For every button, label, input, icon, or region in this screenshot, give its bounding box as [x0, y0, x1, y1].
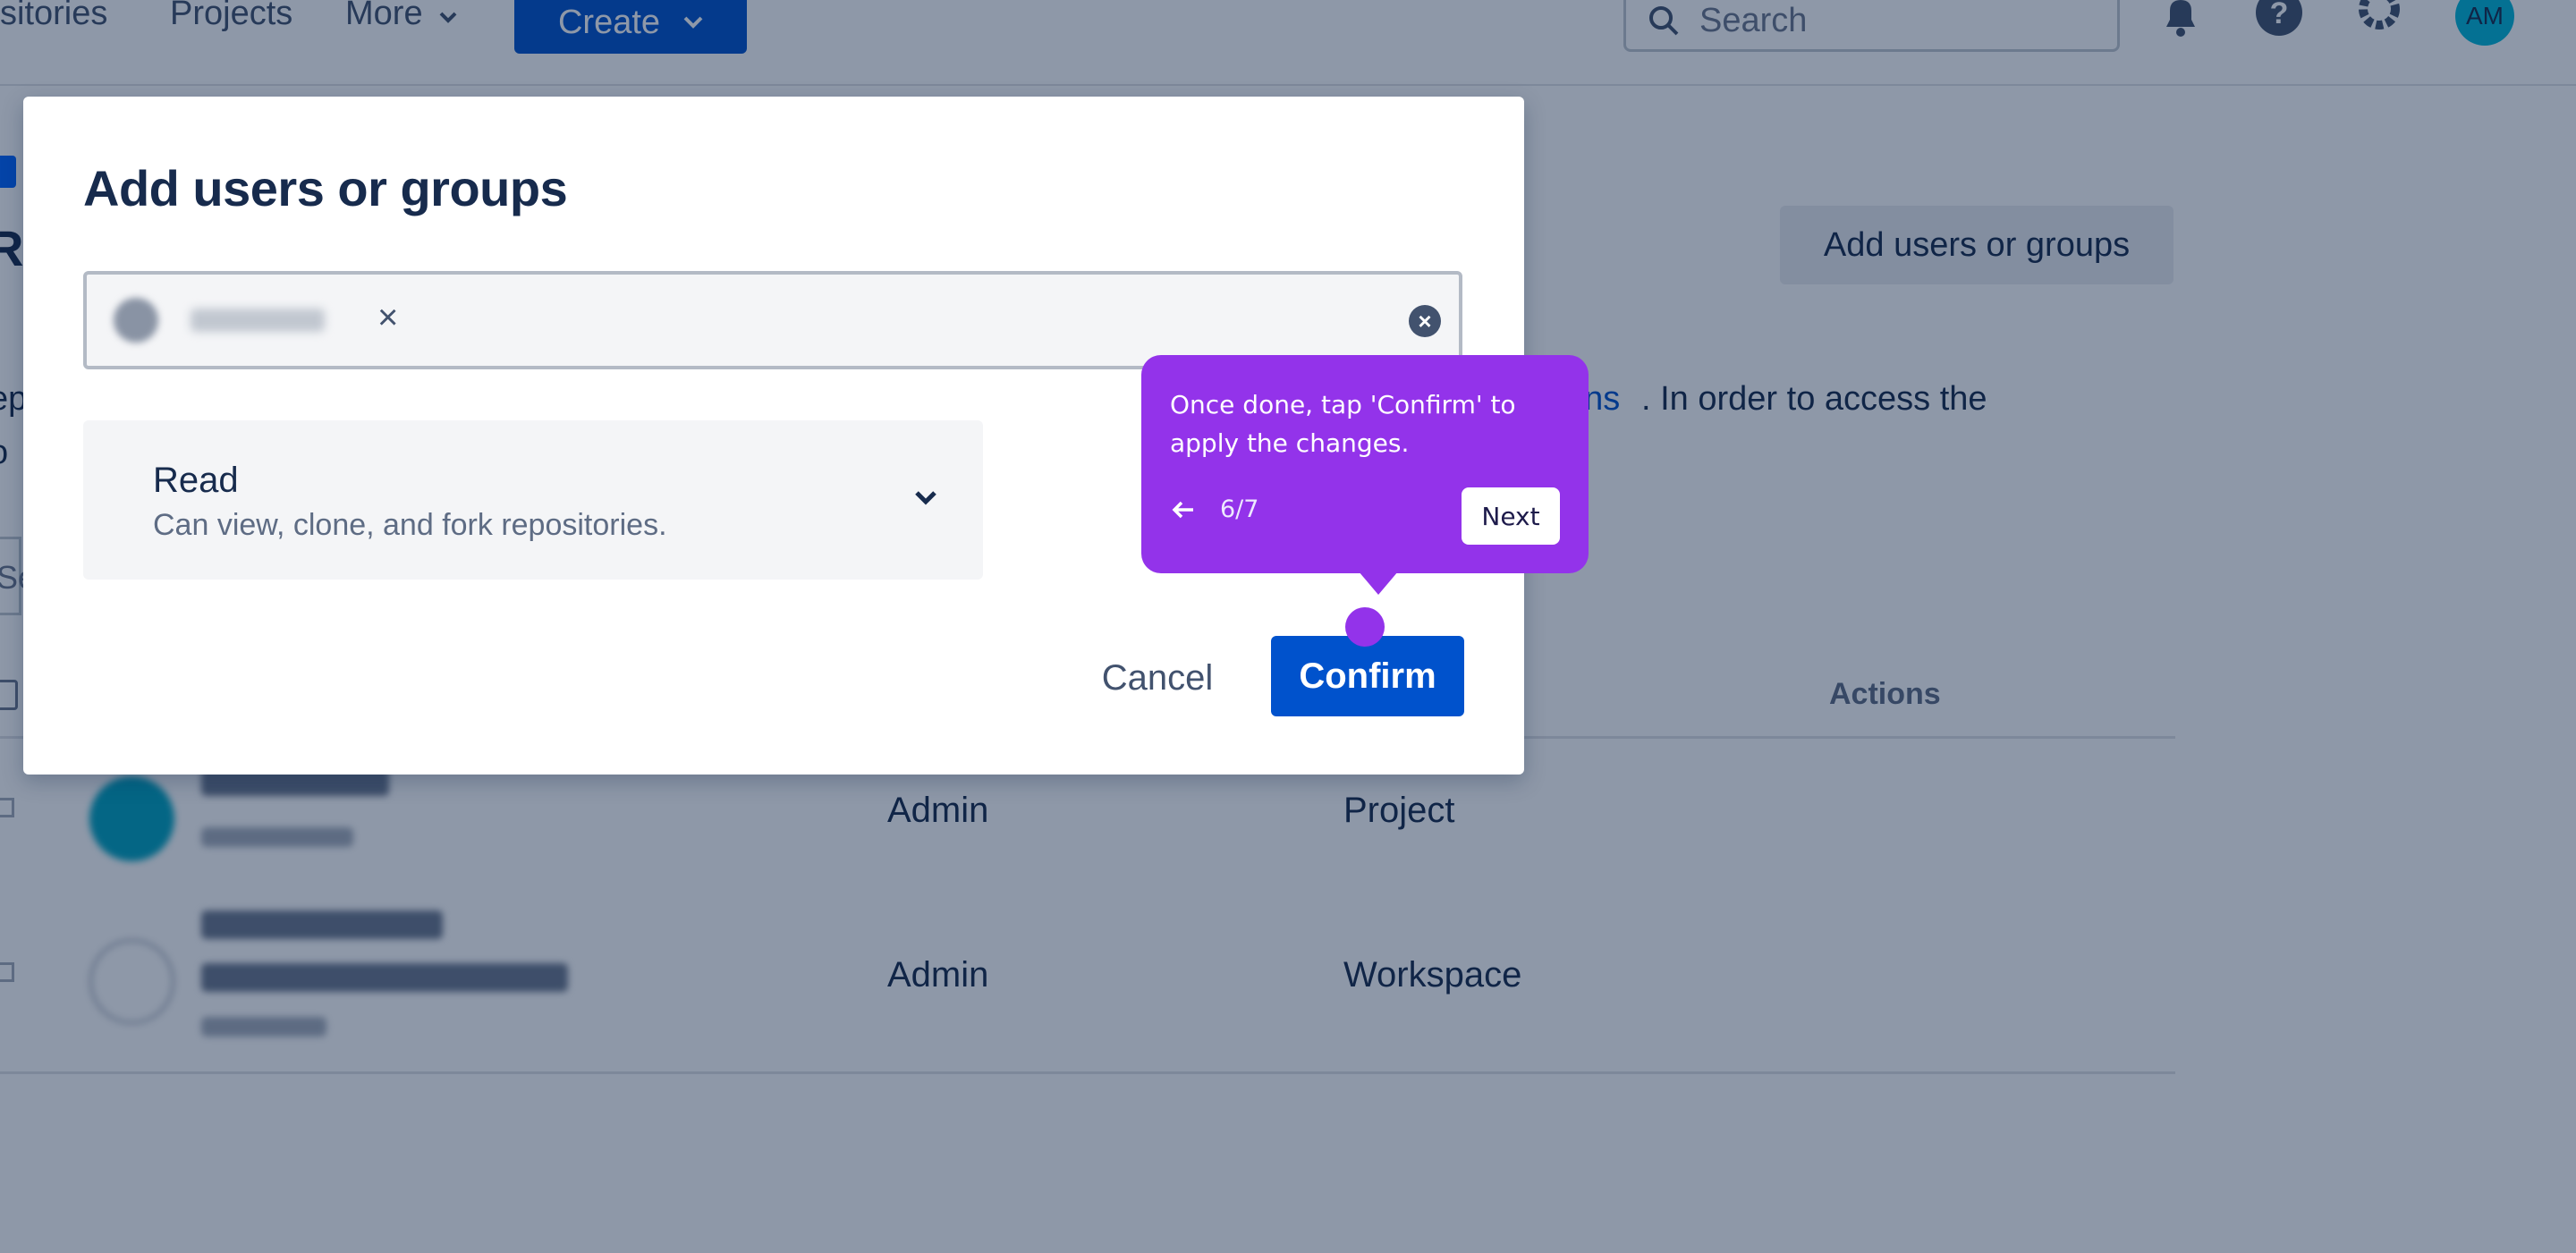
tooltip-message: Once done, tap 'Confirm' to apply the ch…: [1170, 390, 1516, 458]
walkthrough-hotspot-dot: [1345, 607, 1385, 647]
walkthrough-tooltip: Once done, tap 'Confirm' to apply the ch…: [1141, 355, 1589, 595]
tooltip-step-counter: 6/7: [1220, 495, 1259, 523]
permission-select-description: Can view, clone, and fork repositories.: [153, 508, 667, 542]
dialog-title: Add users or groups: [83, 160, 568, 216]
clear-selection-glyph: ×: [1418, 308, 1432, 334]
remove-chip-icon[interactable]: ×: [377, 300, 398, 335]
cancel-button[interactable]: Cancel: [1081, 638, 1233, 718]
confirm-button[interactable]: Confirm: [1271, 636, 1464, 716]
permission-select[interactable]: Read Can view, clone, and fork repositor…: [83, 420, 983, 580]
back-arrow-icon[interactable]: [1170, 496, 1197, 523]
tooltip-next-button[interactable]: Next: [1462, 487, 1560, 545]
redacted-user-name: [191, 309, 325, 332]
clear-selection-icon[interactable]: ×: [1409, 305, 1441, 337]
tooltip-pointer: [1359, 571, 1398, 595]
chevron-down-icon: [915, 491, 936, 505]
avatar: [114, 298, 158, 343]
selected-user-chip: [114, 296, 348, 344]
permission-select-value: Read: [153, 461, 239, 500]
